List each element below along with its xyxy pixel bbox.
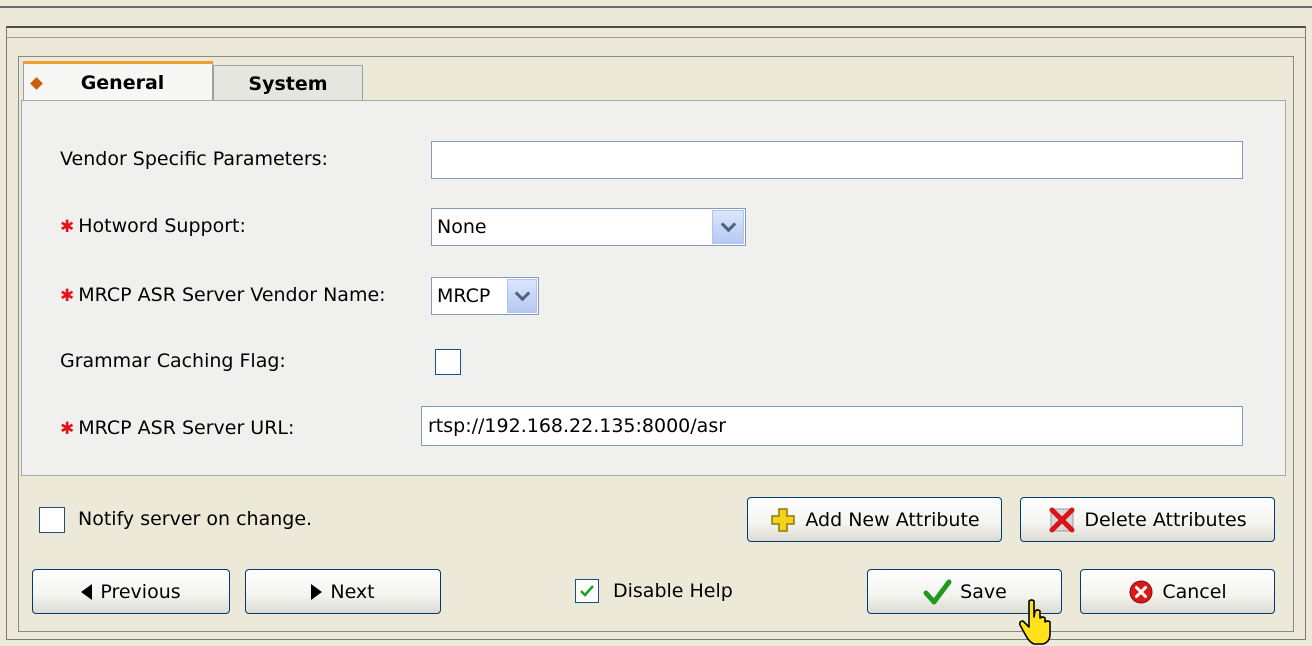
- checkmark-icon: [580, 585, 594, 597]
- delete-attributes-label: Delete Attributes: [1084, 508, 1247, 531]
- save-label: Save: [960, 580, 1007, 603]
- cancel-button[interactable]: Cancel: [1080, 569, 1275, 614]
- chevron-down-icon: [720, 216, 736, 233]
- plus-icon: [771, 507, 796, 532]
- vendor-params-label: Vendor Specific Parameters:: [60, 148, 328, 170]
- hotword-label: ✱ Hotword Support:: [60, 215, 246, 237]
- delete-attributes-button[interactable]: Delete Attributes: [1020, 497, 1275, 542]
- vendor-name-selected-value: MRCP: [437, 285, 491, 307]
- arrow-left-icon: [81, 583, 93, 600]
- active-tab-diamond-icon: [29, 76, 43, 90]
- required-asterisk-icon: ✱: [60, 217, 75, 237]
- next-label: Next: [330, 580, 375, 603]
- required-asterisk-icon: ✱: [60, 286, 75, 306]
- vendor-name-dropdown-button[interactable]: [507, 279, 537, 313]
- notify-label: Notify server on change.: [78, 508, 313, 530]
- add-attribute-button[interactable]: Add New Attribute: [747, 497, 1002, 542]
- window-top-border: [0, 6, 1312, 8]
- next-button[interactable]: Next: [245, 569, 441, 614]
- previous-label: Previous: [100, 580, 181, 603]
- notify-checkbox[interactable]: [39, 507, 65, 533]
- cancel-circle-icon: [1129, 580, 1153, 603]
- tab-system[interactable]: System: [213, 65, 363, 102]
- grammar-caching-checkbox[interactable]: [435, 349, 461, 375]
- hotword-select[interactable]: None: [431, 208, 746, 246]
- cancel-label: Cancel: [1162, 580, 1227, 603]
- server-url-input[interactable]: rtsp://192.168.22.135:8000/asr: [421, 406, 1243, 446]
- delete-x-icon: [1049, 507, 1075, 532]
- hand-cursor-icon: [1019, 599, 1051, 645]
- arrow-right-icon: [311, 583, 323, 600]
- server-url-label: ✱ MRCP ASR Server URL:: [60, 417, 295, 439]
- vendor-name-select[interactable]: MRCP: [431, 277, 539, 315]
- required-asterisk-icon: ✱: [60, 419, 75, 439]
- vendor-name-label: ✱ MRCP ASR Server Vendor Name:: [60, 284, 386, 306]
- add-attribute-label: Add New Attribute: [805, 508, 980, 531]
- disable-help-label: Disable Help: [613, 580, 733, 602]
- tab-general-label: General: [80, 72, 165, 94]
- hotword-dropdown-button[interactable]: [712, 210, 744, 244]
- vendor-params-input[interactable]: [431, 141, 1243, 179]
- checkmark-icon: [923, 579, 952, 604]
- chevron-down-icon: [514, 285, 530, 302]
- tab-general[interactable]: General: [23, 61, 213, 102]
- tab-system-label: System: [248, 73, 328, 95]
- hotword-selected-value: None: [437, 216, 487, 238]
- grammar-caching-label: Grammar Caching Flag:: [60, 350, 286, 372]
- disable-help-checkbox[interactable]: [575, 579, 599, 603]
- frame-divider: [7, 37, 1305, 38]
- previous-button[interactable]: Previous: [32, 569, 230, 614]
